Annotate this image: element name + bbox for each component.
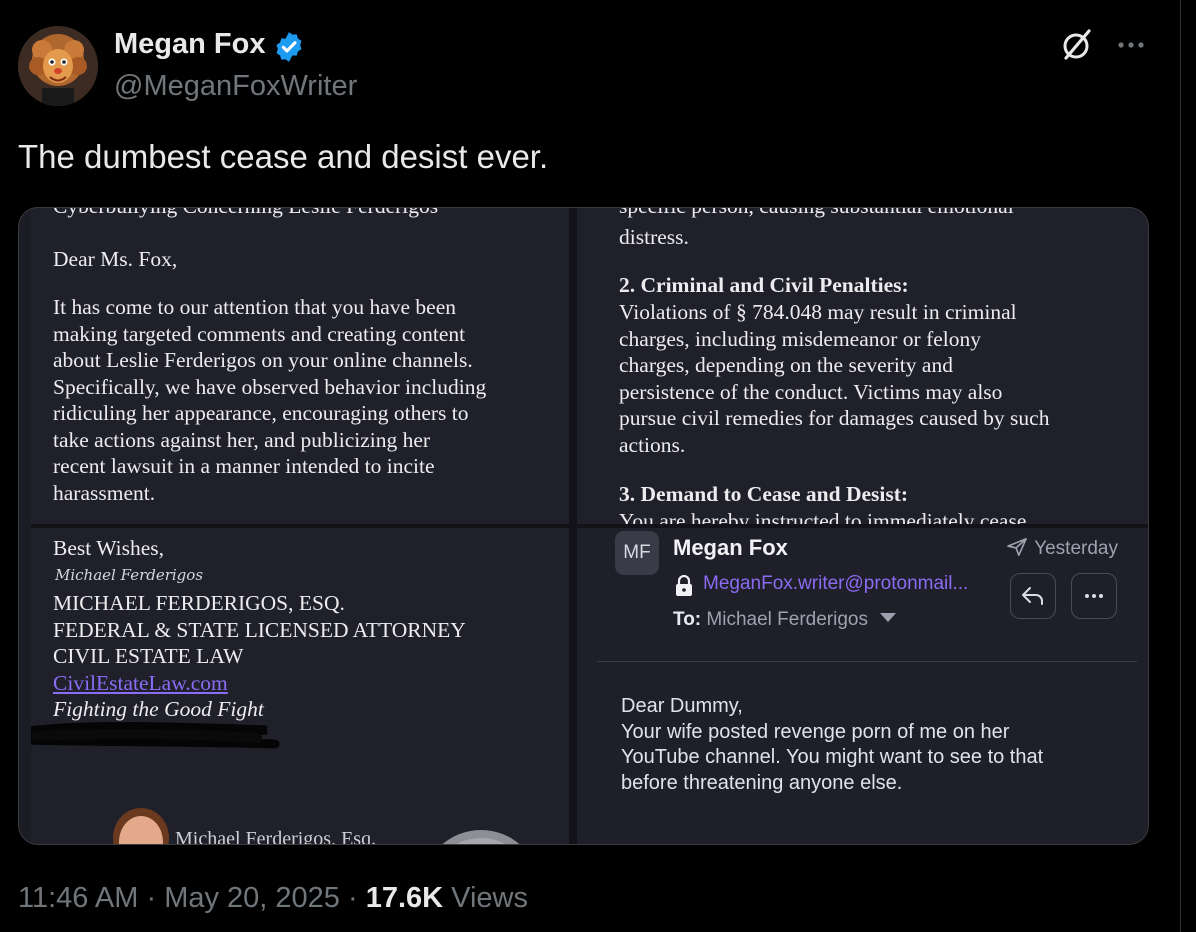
- email-date: Yesterday: [1006, 537, 1118, 560]
- email-body: Dear Dummy, Your wife posted revenge por…: [621, 694, 1043, 796]
- letter-body-line: making targeted comments and creating co…: [53, 321, 466, 346]
- email-separator: [597, 661, 1137, 662]
- email-body-line: Your wife posted revenge porn of me on h…: [621, 720, 1010, 743]
- meta-separator: ·: [347, 882, 358, 914]
- avatar[interactable]: [18, 26, 98, 106]
- letter-cut-line: specific person, causing substantial emo…: [619, 208, 1014, 220]
- section-3-heading: 3. Demand to Cease and Desist:: [619, 482, 909, 506]
- letter-body-line: pursue civil remedies for damages caused…: [619, 406, 1050, 430]
- letter-body-line: Violations of § 784.048 may result in cr…: [619, 300, 1017, 324]
- email-body-line: YouTube channel. You might want to see t…: [621, 746, 1044, 768]
- letter-line: distress.: [619, 225, 689, 249]
- section-2-body: Violations of § 784.048 may result in cr…: [619, 299, 1049, 458]
- letter-body: It has come to our attention that you ha…: [53, 294, 486, 506]
- views-count: 17.6K: [365, 882, 444, 914]
- signature-line: MICHAEL FERDERIGOS, ESQ.: [53, 591, 345, 615]
- letter-panel-bottom-left: Best Wishes, Michael Ferderigos MICHAEL …: [31, 528, 569, 844]
- email-body-line: Dear Dummy,: [621, 695, 743, 717]
- letter-body-line: about Leslie Ferderigos on your online c…: [53, 348, 473, 372]
- email-sender-avatar: MF: [615, 531, 659, 575]
- letter-panel-top-right: specific person, causing substantial emo…: [577, 208, 1148, 524]
- letter-cut-heading: Cyberbullying Concerning Leslie Ferderig…: [53, 208, 438, 220]
- letter-panel-top-left: Cyberbullying Concerning Leslie Ferderig…: [31, 208, 569, 524]
- signature-line: CIVIL ESTATE LAW: [53, 644, 244, 668]
- website-link[interactable]: CivilEstateLaw.com: [53, 671, 228, 695]
- section-2-heading: 2. Criminal and Civil Penalties:: [619, 273, 909, 297]
- email-date-text: Yesterday: [1034, 538, 1118, 559]
- timeline-border: [1180, 0, 1181, 932]
- grok-icon[interactable]: [1058, 26, 1096, 64]
- tweet-text: The dumbest cease and desist ever.: [18, 138, 549, 175]
- more-icon: [1085, 594, 1103, 598]
- letter-body-line: actions.: [619, 432, 686, 457]
- letter-body-line: charges, including misdemeanor or felony: [619, 326, 982, 351]
- seal-icon: [442, 830, 520, 844]
- email-reply-button[interactable]: [1010, 573, 1056, 619]
- footer-attorney-name: Michael Ferderigos, Esq.: [175, 828, 377, 844]
- section-3-cut-line: You are hereby instructed to immediately…: [619, 509, 1027, 524]
- email-more-button[interactable]: [1071, 573, 1117, 619]
- media-divider-horizontal: [19, 524, 1148, 528]
- email-recipient[interactable]: To: Michael Ferderigos: [673, 609, 897, 631]
- more-options-icon[interactable]: [1112, 26, 1150, 64]
- letter-body-line: recent lawsuit in a manner intended to i…: [53, 454, 435, 478]
- letter-body-line: harassment.: [53, 480, 156, 505]
- letter-closing: Best Wishes,: [53, 536, 165, 560]
- letter-body-line: ridiculing her appearance, encouraging o…: [53, 401, 469, 425]
- letter-body-line: persistence of the conduct. Victims may …: [619, 379, 1003, 404]
- tweet-media[interactable]: Cyberbullying Concerning Leslie Ferderig…: [18, 207, 1149, 845]
- letter-body-line: Specifically, we have observed behavior …: [53, 374, 487, 399]
- letter-body-line: take actions against her, and publicizin…: [53, 427, 431, 452]
- signature-line: FEDERAL & STATE LICENSED ATTORNEY: [53, 617, 466, 642]
- email-sender-name: Megan Fox: [673, 535, 788, 560]
- chevron-down-icon[interactable]: [879, 612, 897, 624]
- email-to-name: Michael Ferderigos: [706, 609, 868, 630]
- letter-body-line: charges, depending on the severity and: [619, 353, 953, 377]
- reply-icon: [1022, 587, 1043, 605]
- email-to-label: To:: [673, 609, 702, 630]
- verified-badge-icon[interactable]: [272, 30, 306, 64]
- letter-body-line: It has come to our attention that you ha…: [53, 295, 456, 319]
- attorney-photo: [113, 808, 169, 844]
- letter-salutation: Dear Ms. Fox,: [53, 247, 178, 271]
- views-label: Views: [451, 882, 529, 914]
- author-display-name[interactable]: Megan Fox: [114, 28, 265, 61]
- email-body-line: before threatening anyone else.: [621, 771, 903, 794]
- email-from-address[interactable]: MeganFox.writer@protonmail...: [703, 573, 968, 595]
- tweet-meta: 11:46 AM · May 20, 2025 · 17.6K Views: [18, 882, 528, 915]
- lock-icon: [676, 575, 692, 596]
- handwritten-signature: Michael Ferderigos: [55, 566, 204, 584]
- redaction-scribble: [31, 722, 280, 749]
- send-icon: [1007, 538, 1028, 556]
- media-divider-left-edge: [19, 208, 31, 844]
- author-handle[interactable]: @MeganFoxWriter: [114, 70, 357, 103]
- tweet-date[interactable]: May 20, 2025: [164, 882, 340, 914]
- meta-separator: ·: [146, 882, 157, 914]
- tweet-time[interactable]: 11:46 AM: [18, 882, 138, 914]
- attorney-signature-block: MICHAEL FERDERIGOS, ESQ. FEDERAL & STATE…: [53, 590, 466, 723]
